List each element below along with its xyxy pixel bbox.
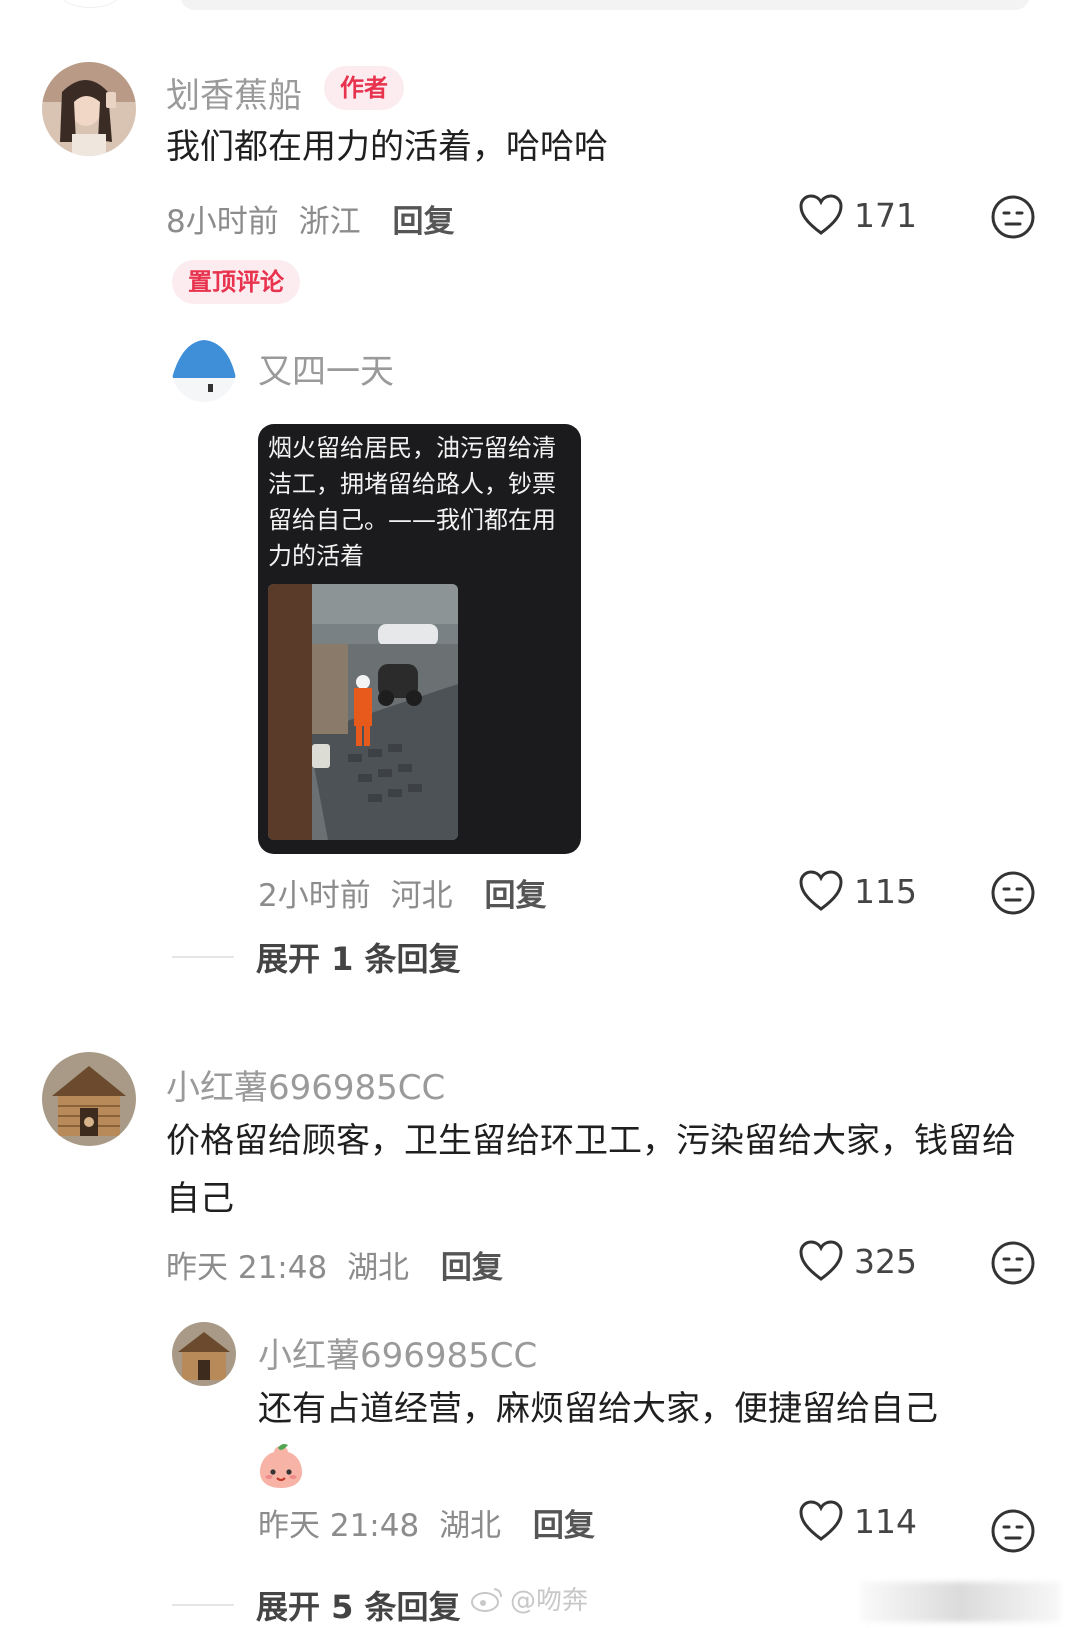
comment-username[interactable]: 小红薯696985CC: [166, 1060, 445, 1109]
reply-meta: 2小时前 河北 回复: [258, 870, 546, 915]
watermark-text: @吻奔: [510, 1586, 589, 1616]
reply-username[interactable]: 小红薯696985CC: [258, 1328, 537, 1377]
weibo-logo-icon: [471, 1587, 502, 1612]
pinned-badge: 置顶评论: [172, 260, 300, 304]
comment-meta: 8小时前 浙江 回复: [166, 196, 454, 241]
heart-outline-icon: [799, 194, 843, 235]
comment-location: 湖北: [347, 1250, 410, 1286]
heart-outline-icon: [799, 1500, 843, 1541]
reply-username[interactable]: 又四一天: [258, 344, 394, 393]
comment-image[interactable]: 烟火留给居民，油污留给清洁工，拥堵留给路人，钞票留给自己。——我们都在用力的活着: [258, 424, 581, 854]
avatar[interactable]: [42, 62, 136, 156]
reply-button[interactable]: 回复: [441, 1250, 503, 1286]
neutral-face-icon[interactable]: [990, 194, 1036, 240]
comment-location: 浙江: [298, 204, 361, 240]
expand-replies-label: 展开 1 条回复: [256, 940, 461, 978]
divider-line: [172, 956, 234, 958]
reply-time: 2小时前: [258, 878, 371, 914]
author-badge: 作者: [324, 66, 404, 110]
reply-button[interactable]: 回复: [484, 878, 546, 914]
reply-meta: 昨天 21:48 湖北 回复: [258, 1500, 595, 1545]
expand-replies[interactable]: 展开 1 条回复: [172, 934, 461, 980]
avatar[interactable]: [172, 1322, 236, 1386]
divider-line: [172, 1604, 234, 1606]
like-count: 171: [854, 195, 917, 235]
expand-replies-label: 展开 5 条回复: [256, 1588, 461, 1626]
like-count: 115: [854, 871, 917, 911]
reply-location: 湖北: [439, 1508, 502, 1544]
like-count: 325: [854, 1241, 917, 1281]
comment-text: 我们都在用力的活着，哈哈哈: [166, 127, 608, 167]
reply-button[interactable]: 回复: [392, 204, 454, 240]
cropped-avatar: [60, 0, 120, 8]
neutral-face-icon[interactable]: [990, 870, 1036, 916]
comment-time: 8小时前: [166, 204, 279, 240]
avatar[interactable]: [42, 1052, 136, 1146]
reply-button[interactable]: 回复: [533, 1508, 595, 1544]
weibo-watermark: @吻奔: [470, 1580, 588, 1617]
comment-input-bar[interactable]: [180, 0, 1030, 10]
comment-username[interactable]: 划香蕉船: [166, 68, 302, 117]
street-photo: [268, 584, 458, 840]
like-button[interactable]: 115: [798, 870, 917, 912]
like-button[interactable]: 325: [798, 1240, 917, 1282]
reply-time: 昨天 21:48: [258, 1508, 420, 1544]
neutral-face-icon[interactable]: [990, 1508, 1036, 1554]
like-button[interactable]: 114: [798, 1500, 917, 1542]
heart-outline-icon: [799, 870, 843, 911]
blurred-watermark: [860, 1582, 1060, 1622]
expand-replies[interactable]: 展开 5 条回复: [172, 1582, 461, 1628]
comment-text: 价格留给顾客，卫生留给环卫工，污染留给大家，钱留给自己: [166, 1121, 1016, 1219]
like-count: 114: [854, 1501, 917, 1541]
like-button[interactable]: 171: [798, 194, 917, 236]
image-caption: 烟火留给居民，油污留给清洁工，拥堵留给路人，钞票留给自己。——我们都在用力的活着: [268, 434, 556, 570]
avatar[interactable]: [172, 338, 236, 402]
reply-text: 还有占道经营，麻烦留给大家，便捷留给自己: [258, 1389, 938, 1429]
heart-outline-icon: [799, 1240, 843, 1281]
comment-time: 昨天 21:48: [166, 1250, 328, 1286]
reply-location: 河北: [390, 878, 453, 914]
neutral-face-icon[interactable]: [990, 1240, 1036, 1286]
peach-face-emoji: [260, 1444, 302, 1488]
comment-meta: 昨天 21:48 湖北 回复: [166, 1242, 503, 1287]
